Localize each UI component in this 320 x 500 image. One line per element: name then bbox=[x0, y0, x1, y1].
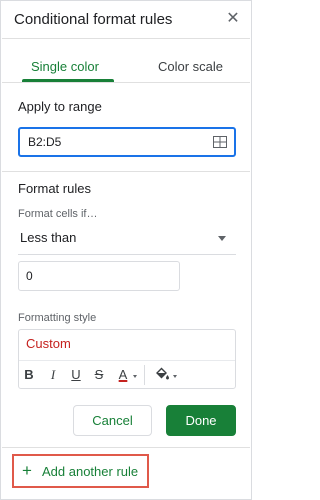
italic-button[interactable]: I bbox=[47, 367, 59, 383]
tab-single-color[interactable]: Single color bbox=[31, 59, 99, 74]
style-box-divider bbox=[19, 360, 235, 361]
tabs-divider bbox=[2, 82, 250, 83]
panel-title: Conditional format rules bbox=[14, 11, 173, 28]
add-another-rule-label: Add another rule bbox=[42, 464, 139, 479]
formatting-style-label: Formatting style bbox=[18, 312, 97, 324]
condition-value: Less than bbox=[20, 230, 77, 245]
header-divider bbox=[2, 38, 250, 39]
add-another-rule-button[interactable]: + Add another rule bbox=[12, 454, 149, 488]
strikethrough-button[interactable]: S bbox=[93, 367, 105, 383]
tab-color-scale[interactable]: Color scale bbox=[158, 59, 223, 74]
text-color-caret-icon bbox=[133, 375, 137, 378]
bold-button[interactable]: B bbox=[23, 367, 35, 383]
format-rules-label: Format rules bbox=[18, 181, 91, 196]
grid-select-icon[interactable] bbox=[213, 136, 227, 148]
dropdown-caret-icon bbox=[218, 236, 226, 241]
condition-value-input[interactable]: 0 bbox=[18, 261, 180, 291]
range-divider bbox=[2, 171, 250, 172]
style-preview-custom[interactable]: Custom bbox=[26, 336, 71, 351]
toolbar-separator bbox=[144, 365, 145, 385]
close-icon[interactable]: ✕ bbox=[223, 9, 243, 29]
condition-select[interactable]: Less than bbox=[18, 226, 236, 252]
range-input[interactable]: B2:D5 bbox=[18, 127, 236, 157]
cancel-button[interactable]: Cancel bbox=[73, 405, 152, 436]
plus-icon: + bbox=[22, 461, 32, 480]
condition-underline bbox=[18, 254, 236, 255]
fill-color-caret-icon bbox=[173, 375, 177, 378]
conditional-format-panel: Conditional format rules ✕ Single color … bbox=[0, 0, 252, 500]
range-value: B2:D5 bbox=[28, 135, 62, 149]
condition-value-text: 0 bbox=[26, 269, 33, 283]
footer-divider bbox=[2, 447, 250, 448]
format-cells-if-label: Format cells if… bbox=[18, 208, 98, 220]
done-button[interactable]: Done bbox=[166, 405, 236, 436]
apply-to-range-label: Apply to range bbox=[18, 99, 102, 114]
fill-color-icon[interactable] bbox=[154, 366, 170, 382]
text-color-button[interactable]: A bbox=[116, 367, 130, 383]
underline-button[interactable]: U bbox=[70, 367, 82, 383]
